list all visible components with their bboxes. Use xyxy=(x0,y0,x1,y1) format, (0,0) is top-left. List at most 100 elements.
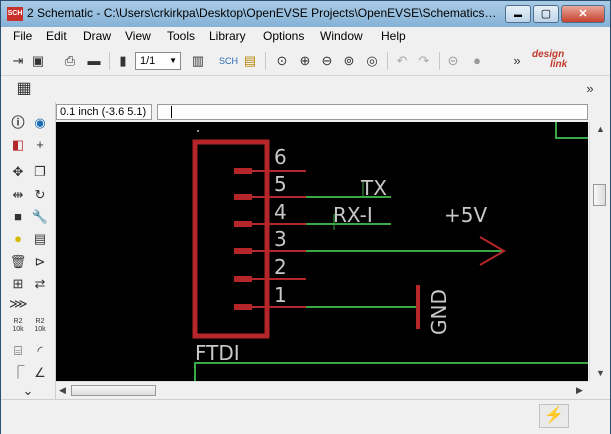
pin-pad-2 xyxy=(234,276,252,282)
pin-stubs xyxy=(234,168,306,310)
save-icon[interactable]: ▣ xyxy=(29,52,47,70)
undo-icon[interactable]: ↶ xyxy=(393,52,411,70)
menu-draw[interactable]: Draw xyxy=(83,29,111,43)
ulp-icon[interactable]: ▤ xyxy=(241,52,259,70)
paste-icon[interactable]: ▤ xyxy=(31,230,49,248)
close-button[interactable]: ✕ xyxy=(561,5,605,23)
menu-file[interactable]: File xyxy=(13,29,32,43)
value-icon[interactable]: R2 10k xyxy=(31,318,49,336)
zoom-out-icon[interactable]: ⊖ xyxy=(318,52,336,70)
menu-options[interactable]: Options xyxy=(263,29,304,43)
scroll-left-icon[interactable]: ◀ xyxy=(59,385,66,396)
stop-icon[interactable]: ⊝ xyxy=(444,52,462,70)
scroll-right-icon[interactable]: ▶ xyxy=(576,385,583,396)
smash-icon[interactable]: ⌸ xyxy=(9,342,27,360)
pin-number-3: 3 xyxy=(274,227,287,251)
schematic-drawing: 6 5 4 3 2 1 TX RX-I +5V GND FTDI xyxy=(192,122,588,381)
zoom-in-icon[interactable]: ⊕ xyxy=(296,52,314,70)
redo-icon[interactable]: ↷ xyxy=(415,52,433,70)
pin-number-5: 5 xyxy=(274,172,287,196)
show-icon[interactable]: ◉ xyxy=(31,114,49,132)
scroll-down-icon[interactable]: ▼ xyxy=(596,368,605,378)
command-toolbar: ⓘ ◉ ◧ + ✥ ❐ ⇹ ↻ ■ 🔧 ● ▤ 🗑 ⊳ ⊞ ⇄ ⋙ R2 10k… xyxy=(1,102,56,399)
maximize-button[interactable]: ▢ xyxy=(533,5,559,23)
logo-text-link: link xyxy=(550,59,568,70)
coordinate-display: 0.1 inch (-3.6 5.1) xyxy=(56,104,152,120)
move-icon[interactable]: ✥ xyxy=(9,163,27,181)
close-icon: ✕ xyxy=(578,8,588,20)
zoom-fit-icon[interactable]: ⊙ xyxy=(273,52,291,70)
menu-help[interactable]: Help xyxy=(381,29,406,43)
sch-icon[interactable]: SCH xyxy=(219,52,238,70)
info-icon[interactable]: ⓘ xyxy=(9,114,27,132)
sheet-select[interactable]: 1/1 ▼ xyxy=(135,52,181,70)
minimize-button[interactable]: ▬ xyxy=(505,5,531,23)
optimize-icon[interactable]: ∠ xyxy=(31,364,49,382)
toolbar-separator xyxy=(439,52,440,70)
split-icon[interactable]: ⋙ xyxy=(9,295,28,313)
horizontal-scroll-thumb[interactable] xyxy=(71,385,156,396)
net-label-vcc: +5V xyxy=(444,203,487,227)
lightning-icon[interactable]: ⚡ xyxy=(539,404,569,428)
open-icon[interactable]: ⇥ xyxy=(9,52,27,70)
pinswap-icon[interactable]: ⇄ xyxy=(31,275,49,293)
vertical-scroll-thumb[interactable] xyxy=(593,184,606,206)
pin-pad-4 xyxy=(234,221,252,227)
command-bar: 0.1 inch (-3.6 5.1) xyxy=(1,102,610,122)
menu-tools[interactable]: Tools xyxy=(167,29,195,43)
toolbar-separator xyxy=(387,52,388,70)
command-input[interactable] xyxy=(157,104,588,120)
mark-icon[interactable]: + xyxy=(31,136,49,154)
vertical-scrollbar[interactable]: ▲ ▼ xyxy=(589,122,610,381)
miter-icon[interactable]: ◜ xyxy=(31,342,49,360)
net-label-gnd: GND xyxy=(427,289,451,335)
cam-icon[interactable]: ▬ xyxy=(85,52,103,70)
delete-icon[interactable]: 🗑 xyxy=(9,253,27,271)
go-icon[interactable]: ● xyxy=(468,52,486,70)
menu-view[interactable]: View xyxy=(125,29,151,43)
schematic-canvas[interactable]: 6 5 4 3 2 1 TX RX-I +5V GND FTDI xyxy=(56,122,588,381)
more-tools-icon[interactable]: ⌄ xyxy=(19,382,37,400)
toolbar2-overflow[interactable]: » xyxy=(581,80,599,98)
part-name-label: FTDI xyxy=(195,341,240,365)
menu-edit[interactable]: Edit xyxy=(46,29,67,43)
horizontal-scrollbar[interactable]: ◀ ▶ xyxy=(56,381,588,399)
labels: 6 5 4 3 2 1 TX RX-I +5V GND FTDI xyxy=(195,145,487,365)
name-icon[interactable]: R2 10k xyxy=(9,318,27,336)
pin-number-1: 1 xyxy=(274,283,287,307)
sheet-select-value: 1/1 xyxy=(140,55,156,67)
gateswap-icon[interactable]: ⊳ xyxy=(31,253,49,271)
scroll-up-icon[interactable]: ▲ xyxy=(596,124,605,134)
net-bottom xyxy=(194,362,588,381)
main-toolbar: ⇥ ▣ ⎙ ▬ ▮ 1/1 ▼ ▥ SCH ▤ ⊙ ⊕ ⊖ ⊚ ◎ ↶ ↷ ⊝ … xyxy=(1,47,610,76)
copy-icon[interactable]: ❐ xyxy=(31,163,49,181)
design-link-logo[interactable]: design link xyxy=(532,50,582,74)
mirror-icon[interactable]: ⇹ xyxy=(9,186,27,204)
change-icon[interactable]: 🔧 xyxy=(31,208,49,226)
menu-library[interactable]: Library xyxy=(209,29,246,43)
print-icon[interactable]: ⎙ xyxy=(61,52,79,70)
text-caret xyxy=(171,106,172,118)
group-icon[interactable]: ■ xyxy=(9,208,27,226)
status-bar: ⚡ xyxy=(1,399,610,434)
schematic-app-icon: SCH xyxy=(7,7,23,21)
add-icon[interactable]: ● xyxy=(9,230,27,248)
menu-window[interactable]: Window xyxy=(320,29,363,43)
rotate-icon[interactable]: ↻ xyxy=(31,186,49,204)
invoke-icon[interactable]: ⎾ xyxy=(9,364,27,382)
grid-icon[interactable]: ▦ xyxy=(15,80,33,98)
pin-pad-5 xyxy=(234,194,252,200)
chevron-down-icon: ▼ xyxy=(169,56,177,65)
replace-icon[interactable]: ⊞ xyxy=(9,275,27,293)
net-top-right xyxy=(555,122,588,139)
app-window: SCH 2 Schematic - C:\Users\crkirkpa\Desk… xyxy=(0,0,611,434)
display-icon[interactable]: ◧ xyxy=(9,136,27,154)
pin-number-2: 2 xyxy=(274,255,287,279)
board-switch-icon[interactable]: ▥ xyxy=(189,52,207,70)
pin-pad-3 xyxy=(234,248,252,254)
redraw-icon[interactable]: ◎ xyxy=(363,52,381,70)
parameter-toolbar: ▦ » xyxy=(1,76,610,103)
toolbar-overflow[interactable]: » xyxy=(508,52,526,70)
zoom-select-icon[interactable]: ⊚ xyxy=(340,52,358,70)
script-icon[interactable]: ▮ xyxy=(114,52,132,70)
